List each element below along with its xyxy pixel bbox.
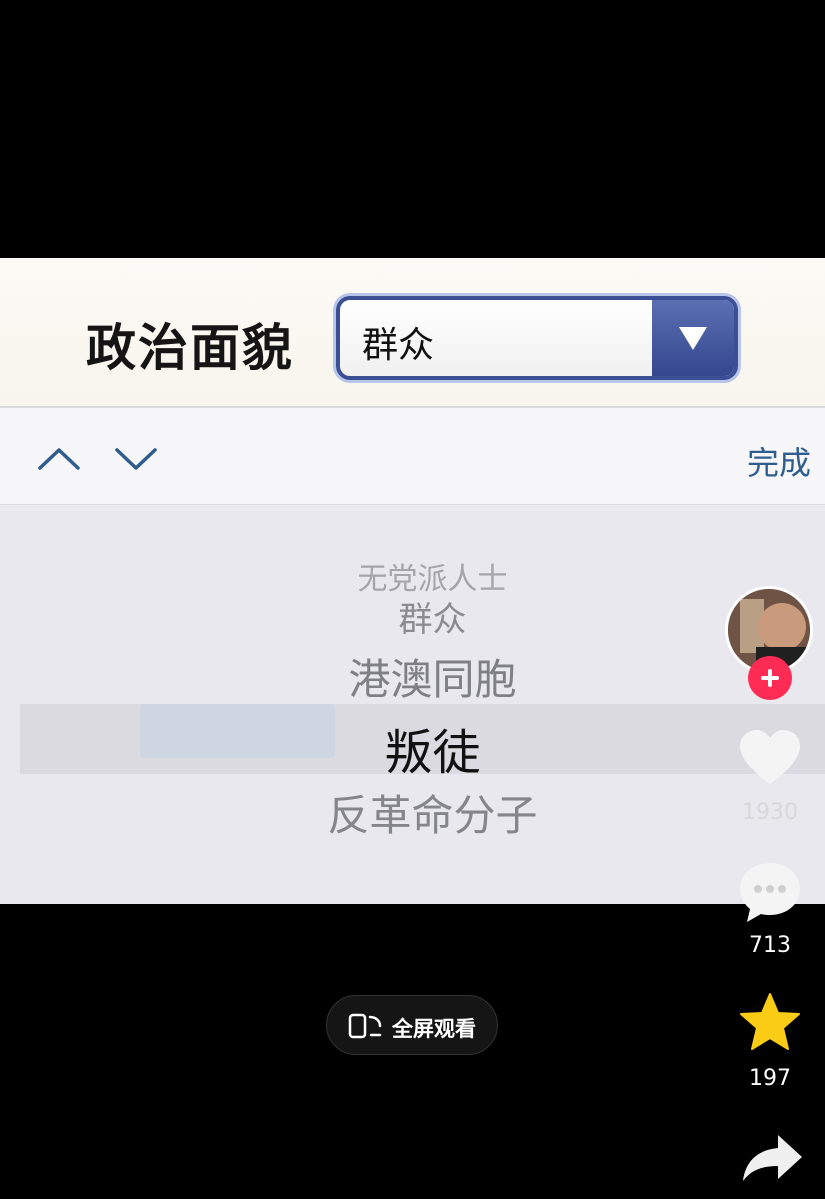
star-icon[interactable]	[739, 992, 801, 1052]
comment-icon[interactable]	[737, 860, 803, 924]
picker-item-selected[interactable]: 叛徒	[20, 713, 825, 783]
picker-item[interactable]: 港澳同胞	[20, 646, 825, 707]
done-button[interactable]: 完成	[747, 438, 811, 484]
triangle-down-icon	[679, 327, 707, 350]
select-value: 群众	[362, 325, 435, 366]
political-status-form-row: 政治面貌 群众	[0, 258, 825, 408]
share-icon[interactable]	[740, 1133, 804, 1183]
chevron-up-icon[interactable]	[34, 438, 84, 478]
fullscreen-button[interactable]: 全屏观看	[326, 995, 498, 1055]
like-count: 1930	[742, 800, 798, 825]
chevron-down-icon[interactable]	[111, 438, 161, 478]
fullscreen-label: 全屏观看	[392, 1017, 476, 1041]
plus-icon	[761, 669, 779, 687]
political-status-select[interactable]: 群众	[336, 296, 738, 380]
comment-count: 713	[749, 933, 791, 958]
follow-button[interactable]	[748, 656, 792, 700]
dropdown-arrow-button[interactable]	[652, 300, 734, 376]
picker-item[interactable]: 反革命分子	[20, 782, 825, 843]
picker-toolbar	[0, 408, 825, 505]
heart-icon[interactable]	[738, 728, 802, 788]
phone-rotate-icon	[348, 1013, 382, 1039]
picker-item[interactable]: 群众	[20, 592, 825, 641]
field-label: 政治面貌	[86, 319, 294, 377]
favorite-count: 197	[749, 1066, 791, 1091]
video-frame: 政治面貌 群众 无党派人士 群众 港澳同胞 叛徒 反革命分子 完成	[0, 258, 825, 904]
